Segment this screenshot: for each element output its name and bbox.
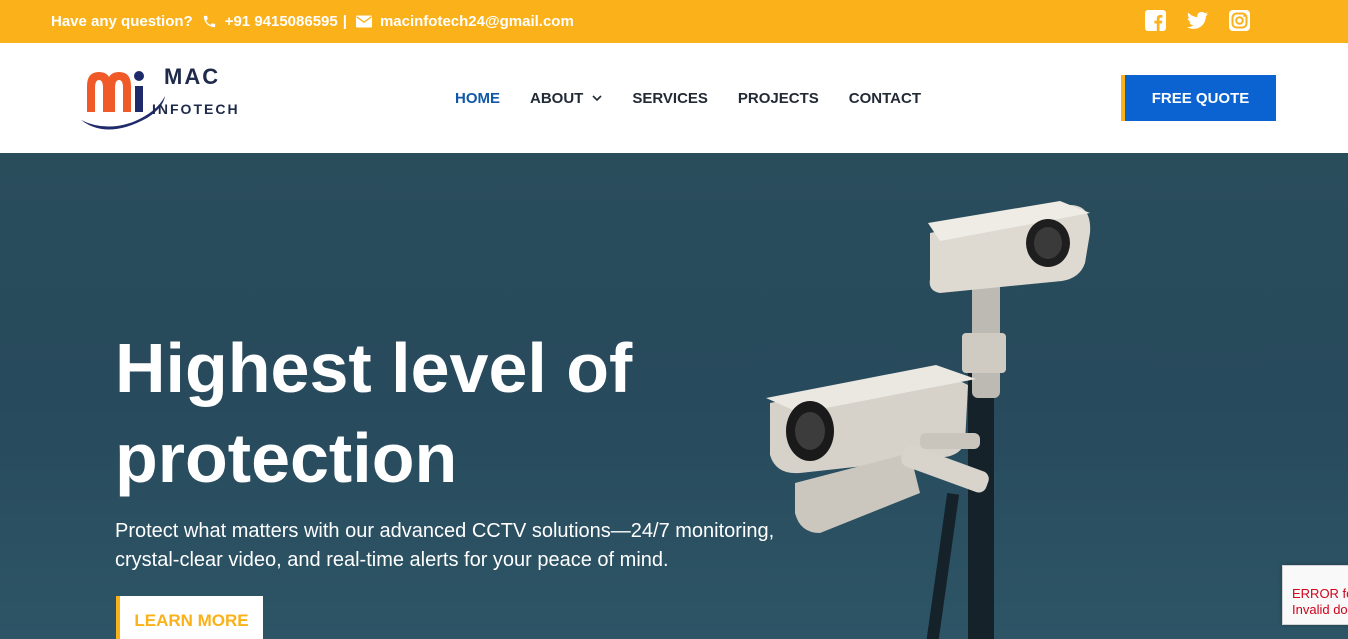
nav-contact[interactable]: CONTACT	[849, 90, 921, 107]
email-address[interactable]: macinfotech24@gmail.com	[380, 13, 574, 30]
social-links	[1145, 10, 1250, 31]
logo-text-infotech: INFOTECH	[152, 101, 240, 117]
site-header: MAC INFOTECH HOME ABOUT SERVICES PROJECT…	[0, 43, 1348, 153]
nav-about[interactable]: ABOUT	[530, 90, 602, 107]
separator: |	[342, 13, 347, 30]
recaptcha-error-badge[interactable]: ERROR fo Invalid do	[1282, 565, 1348, 625]
logo-text-mac: MAC	[164, 64, 221, 89]
recaptcha-error-line2: Invalid do	[1292, 602, 1348, 617]
recaptcha-error-line1: ERROR fo	[1292, 586, 1348, 601]
nav-services[interactable]: SERVICES	[632, 90, 708, 107]
top-bar: Have any question? +91 9415086595 | maci…	[0, 0, 1348, 43]
phone-number[interactable]: +91 9415086595	[225, 13, 338, 30]
instagram-icon[interactable]	[1229, 10, 1250, 31]
nav-projects[interactable]: PROJECTS	[738, 90, 819, 107]
learn-more-button[interactable]: LEARN MORE	[116, 596, 263, 639]
chevron-down-icon	[592, 94, 602, 102]
hero-title: Highest level of protection	[115, 329, 633, 497]
nav-home[interactable]: HOME	[455, 90, 500, 107]
hero-section: Highest level of protection Protect what…	[0, 153, 1348, 639]
free-quote-button[interactable]: FREE QUOTE	[1121, 75, 1276, 121]
twitter-icon[interactable]	[1187, 10, 1208, 31]
envelope-icon	[355, 15, 372, 28]
question-text: Have any question?	[51, 13, 193, 30]
logo[interactable]: MAC INFOTECH	[77, 60, 252, 135]
facebook-icon[interactable]	[1145, 10, 1166, 31]
main-nav: HOME ABOUT SERVICES PROJECTS CONTACT	[455, 43, 951, 153]
hero-subtitle: Protect what matters with our advanced C…	[115, 520, 775, 571]
phone-icon	[202, 14, 217, 29]
logo-mark-icon	[81, 71, 165, 130]
nav-about-label: ABOUT	[530, 89, 584, 107]
contact-info: Have any question? +91 9415086595 | maci…	[51, 0, 574, 43]
